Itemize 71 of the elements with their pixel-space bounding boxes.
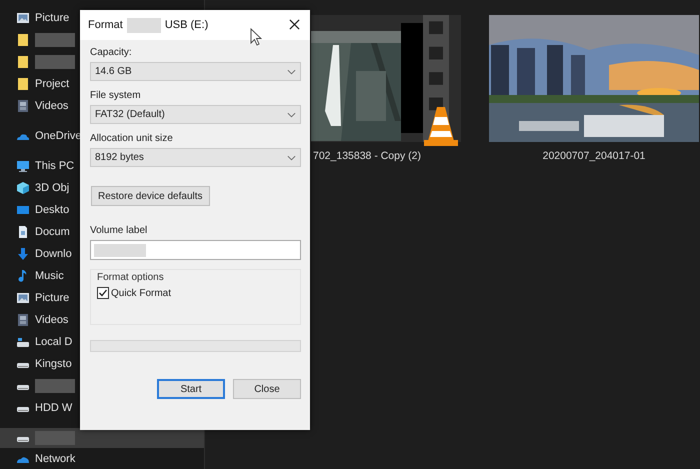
sidebar-label: 3D Obj [35, 182, 70, 194]
sidebar-item[interactable]: Project [0, 73, 78, 95]
monitor-icon [16, 159, 30, 173]
film-icon [16, 99, 30, 113]
sidebar-label: Local D [35, 336, 72, 348]
sidebar-label: Downlo [35, 248, 72, 260]
volume-label-field[interactable] [90, 240, 301, 260]
chevron-down-icon [287, 154, 296, 160]
sidebar-item[interactable]: Kingsto [0, 353, 78, 375]
blurred-label [35, 431, 75, 445]
quick-format-checkbox[interactable]: Quick Format [97, 287, 172, 299]
document-icon [16, 225, 30, 239]
field-label: Allocation unit size [90, 133, 173, 144]
sidebar-label: Picture [35, 292, 70, 304]
sidebar-label: Deskto [35, 204, 70, 216]
folder-icon [16, 33, 30, 47]
chevron-down-icon [287, 68, 296, 74]
blurred-label [35, 55, 75, 69]
field-label: Capacity: [90, 47, 132, 58]
dropdown[interactable]: 8192 bytes [90, 148, 301, 167]
sidebar-item[interactable]: Local D [0, 331, 78, 353]
group-title: Format options [97, 272, 164, 283]
sidebar-label: Docum [35, 226, 70, 238]
dialog-title: Format [88, 19, 123, 31]
sidebar-item[interactable]: Docum [0, 221, 78, 243]
sidebar-item[interactable]: Deskto [0, 199, 78, 221]
sidebar-label: HDD W [35, 402, 72, 414]
sidebar-label: This PC [35, 160, 74, 172]
sidebar-item[interactable]: HDD W [0, 397, 78, 419]
drive-icon [16, 335, 30, 349]
dropdown[interactable]: 14.6 GB [90, 62, 301, 81]
field-label: Volume label [90, 225, 148, 236]
file-name[interactable]: 702_135838 - Copy (2) [311, 150, 421, 162]
sidebar-label: Picture [35, 12, 70, 24]
sidebar-item[interactable]: Videos [0, 95, 78, 117]
chevron-down-icon [287, 112, 296, 118]
pictures-icon [16, 11, 30, 25]
file-name[interactable]: 20200707_204017-01 [542, 150, 646, 162]
sidebar-item[interactable]: Network [0, 448, 204, 469]
sidebar-item[interactable]: Videos [0, 309, 78, 331]
field-label: File system [90, 90, 141, 101]
restore-defaults-button[interactable]: Restore device defaults [91, 186, 210, 206]
sidebar-label: Project [35, 78, 70, 90]
sidebar-item[interactable]: Downlo [0, 243, 78, 265]
dropdown[interactable]: FAT32 (Default) [90, 105, 301, 124]
sidebar-item[interactable]: This PC [0, 155, 78, 177]
blurred-label [35, 33, 75, 47]
sidebar-label: Music [35, 270, 64, 282]
sidebar-label: Videos [35, 100, 68, 112]
sidebar-label: Kingsto [35, 358, 72, 370]
dialog-button[interactable]: Start [157, 379, 225, 399]
pictures-icon [16, 291, 30, 305]
sidebar-item[interactable] [0, 428, 204, 448]
cube-icon [16, 181, 30, 195]
sidebar-item[interactable]: Picture [0, 7, 78, 29]
close-icon[interactable] [289, 19, 300, 30]
dialog-title: USB (E:) [164, 19, 208, 31]
folder-icon [16, 55, 30, 69]
sidebar-item[interactable]: Picture [0, 287, 78, 309]
dialog-button[interactable]: Close [233, 379, 301, 399]
film-icon [16, 313, 30, 327]
traffic-cone-icon [423, 105, 459, 147]
sidebar-item[interactable]: 3D Obj [0, 177, 78, 199]
folder-icon [16, 77, 30, 91]
sidebar-item[interactable]: Music [0, 265, 78, 287]
blurred-label [35, 379, 75, 393]
sidebar-label: Videos [35, 314, 68, 326]
download-icon [16, 247, 30, 261]
desktop-icon [16, 203, 30, 217]
blurred-label [126, 18, 161, 32]
sidebar-label: Network [35, 453, 76, 465]
